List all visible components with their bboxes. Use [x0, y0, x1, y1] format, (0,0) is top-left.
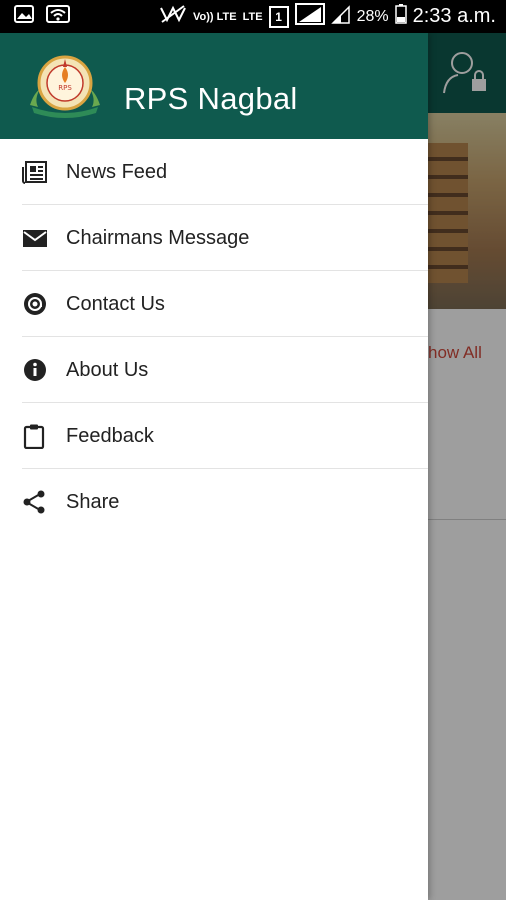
menu-item-news-feed[interactable]: News Feed: [0, 139, 428, 205]
menu-item-label: About Us: [66, 358, 149, 381]
menu-item-label: Chairmans Message: [66, 226, 250, 249]
clock: 2:33 a.m.: [412, 5, 496, 27]
sim-slot-icon: 1: [268, 5, 289, 28]
navigation-drawer: RPS RPS Nagbal News Feed Chairmans Messa…: [0, 33, 428, 900]
mail-icon: [22, 225, 48, 251]
app-title: RPS Nagbal: [124, 81, 298, 116]
menu-item-label: Feedback: [66, 424, 154, 447]
menu-item-chairmans-message[interactable]: Chairmans Message: [0, 205, 428, 271]
lte-indicator: LTE: [242, 10, 263, 23]
wifi-icon: [46, 5, 70, 28]
info-icon: [22, 357, 48, 383]
school-logo: RPS: [24, 53, 106, 119]
share-icon: [22, 489, 48, 515]
svg-text:RPS: RPS: [58, 84, 72, 92]
signal-weak-icon: [330, 4, 351, 29]
at-sign-icon: [22, 291, 48, 317]
mute-icon: [159, 4, 187, 29]
menu-item-label: Share: [66, 490, 120, 513]
menu-item-label: Contact Us: [66, 292, 165, 315]
volte-indicator: Vo)) LTE: [193, 10, 237, 23]
menu-item-about-us[interactable]: About Us: [0, 337, 428, 403]
status-bar: Vo)) LTE LTE 1 28% 2:33 a.m.: [0, 0, 506, 33]
drawer-header: RPS RPS Nagbal: [0, 33, 428, 139]
menu-item-feedback[interactable]: Feedback: [0, 403, 428, 469]
menu-item-label: News Feed: [66, 160, 168, 183]
menu-item-share[interactable]: Share: [0, 469, 428, 535]
clipboard-icon: [22, 423, 48, 450]
signal-icon: [294, 3, 325, 30]
drawer-menu: News Feed Chairmans Message Contact Us A…: [0, 139, 428, 535]
battery-percent: 28%: [356, 7, 389, 25]
newspaper-icon: [22, 159, 48, 185]
gallery-icon: [14, 5, 34, 28]
battery-icon: [394, 4, 407, 29]
menu-item-contact-us[interactable]: Contact Us: [0, 271, 428, 337]
